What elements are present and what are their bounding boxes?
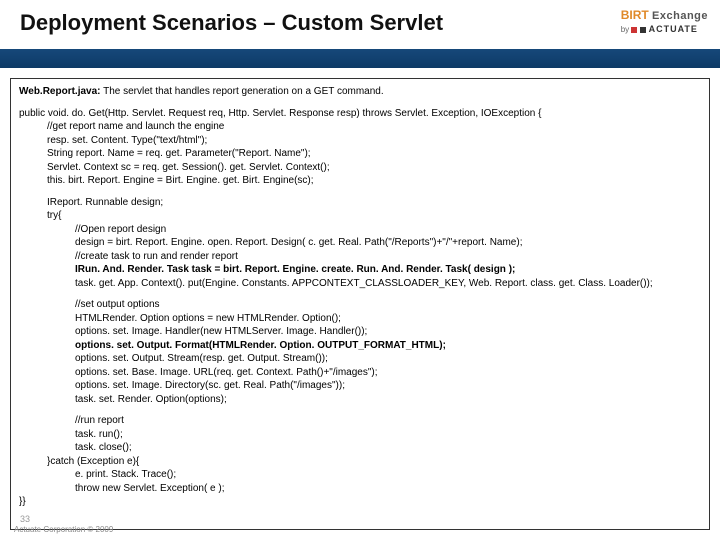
code-line: e. print. Stack. Trace(); xyxy=(19,468,701,482)
code-block: public void. do. Get(Http. Servlet. Requ… xyxy=(19,107,701,509)
content-box: Web.Report.java: The servlet that handle… xyxy=(10,78,710,530)
code-line: this. birt. Report. Engine = Birt. Engin… xyxy=(19,174,701,188)
footer-copyright: Actuate Corporation © 2009 xyxy=(14,525,113,534)
code-line: options. set. Image. Handler(new HTMLSer… xyxy=(19,325,701,339)
code-line: task. close(); xyxy=(19,441,701,455)
code-line: task. run(); xyxy=(19,428,701,442)
code-line: //set output options xyxy=(19,298,701,312)
code-line: design = birt. Report. Engine. open. Rep… xyxy=(19,236,701,250)
code-line: options. set. Output. Stream(resp. get. … xyxy=(19,352,701,366)
actuate-logo-dark xyxy=(640,27,646,33)
description-line: Web.Report.java: The servlet that handle… xyxy=(19,85,701,99)
code-line: options. set. Output. Format(HTMLRender.… xyxy=(19,339,701,353)
brand-birt-exchange: BIRT Exchange xyxy=(621,8,708,22)
code-line: HTMLRender. Option options = new HTMLRen… xyxy=(19,312,701,326)
description-text: The servlet that handles report generati… xyxy=(101,86,384,97)
code-line: //get report name and launch the engine xyxy=(19,120,701,134)
brand-block: BIRT Exchange by ACTUATE xyxy=(621,8,708,34)
code-line: public void. do. Get(Http. Servlet. Requ… xyxy=(19,108,541,119)
code-line: task. get. App. Context(). put(Engine. C… xyxy=(19,277,701,291)
slide-header: Deployment Scenarios – Custom Servlet BI… xyxy=(0,0,720,68)
code-line: resp. set. Content. Type("text/html"); xyxy=(19,134,701,148)
code-line: try{ xyxy=(19,209,701,223)
brand-birt: BIRT xyxy=(621,8,649,22)
brand-by-line: by ACTUATE xyxy=(621,24,708,34)
code-line: options. set. Image. Directory(sc. get. … xyxy=(19,379,701,393)
brand-actuate: ACTUATE xyxy=(649,24,698,34)
code-line: }} xyxy=(19,496,26,507)
filename-label: Web.Report.java: xyxy=(19,86,101,97)
code-line: Servlet. Context sc = req. get. Session(… xyxy=(19,161,701,175)
brand-by: by xyxy=(621,25,629,34)
code-line: //Open report design xyxy=(19,223,701,237)
code-line: //create task to run and render report xyxy=(19,250,701,264)
code-line: task. set. Render. Option(options); xyxy=(19,393,701,407)
code-line: options. set. Base. Image. URL(req. get.… xyxy=(19,366,701,380)
page-number: 33 xyxy=(20,514,30,524)
actuate-logo-red xyxy=(631,27,637,33)
page-title: Deployment Scenarios – Custom Servlet xyxy=(20,10,700,36)
code-line: String report. Name = req. get. Paramete… xyxy=(19,147,701,161)
code-line: }catch (Exception e){ xyxy=(19,455,701,469)
code-line: throw new Servlet. Exception( e ); xyxy=(19,482,701,496)
brand-exchange: Exchange xyxy=(652,10,708,22)
code-line: IRun. And. Render. Task task = birt. Rep… xyxy=(19,263,701,277)
code-line: //run report xyxy=(19,414,701,428)
code-line: IReport. Runnable design; xyxy=(19,196,701,210)
